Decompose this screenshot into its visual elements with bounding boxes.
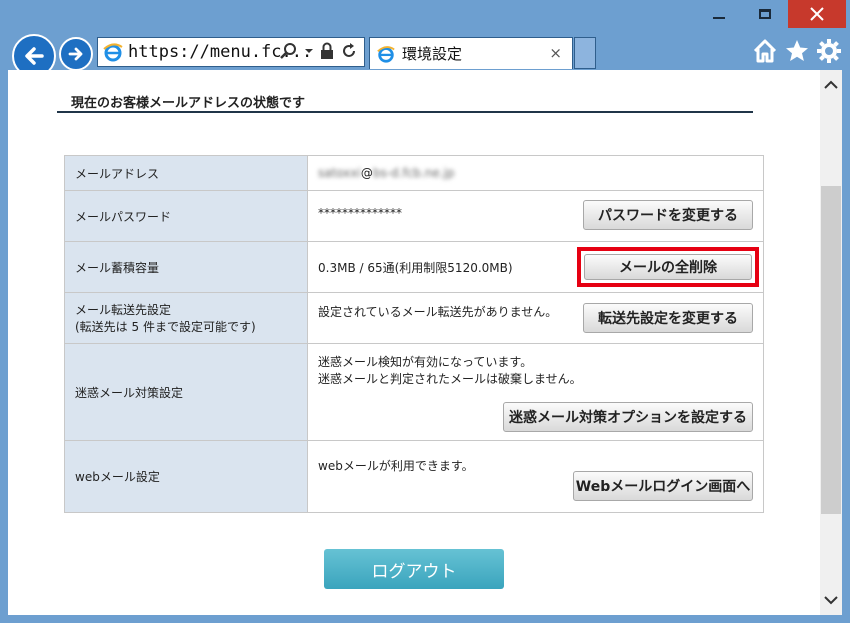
close-button[interactable] (788, 0, 846, 28)
mail-address-user: satoxxi (318, 166, 361, 180)
label-spam-settings: 迷惑メール対策設定 (64, 343, 308, 441)
refresh-icon[interactable] (340, 42, 358, 60)
tab-close-icon[interactable]: × (549, 44, 562, 62)
label-mail-storage: メール蓄積容量 (64, 241, 308, 293)
password-mask: ************** (318, 206, 402, 220)
row-spam-settings: 迷惑メール対策設定 迷惑メール検知が有効になっています。 迷惑メールと判定された… (64, 343, 764, 441)
chevron-down-icon (824, 596, 838, 605)
row-mail-storage: メール蓄積容量 0.3MB / 65通(利用制限5120.0MB) メールの全削… (64, 241, 764, 293)
spam-status-line1: 迷惑メール検知が有効になっています。 (318, 355, 533, 369)
home-icon[interactable] (752, 38, 778, 64)
logout-button[interactable]: ログアウト (324, 549, 504, 589)
forwarding-status: 設定されているメール転送先がありません。 (318, 305, 558, 319)
change-password-button[interactable]: パスワードを変更する (583, 200, 753, 230)
maximize-button[interactable] (742, 0, 788, 28)
delete-all-mail-button[interactable]: メールの全削除 (584, 254, 752, 280)
address-icons (280, 42, 358, 60)
label-mail-forwarding: メール転送先設定 (転送先は 5 件まで設定可能です) (64, 292, 308, 344)
forwarding-label-line2: (転送先は 5 件まで設定可能です) (75, 320, 256, 334)
lock-icon[interactable] (320, 42, 334, 60)
ie-logo-icon (103, 43, 123, 62)
value-spam-settings: 迷惑メール検知が有効になっています。 迷惑メールと判定されたメールは破棄しません… (307, 343, 764, 441)
minimize-icon (713, 17, 725, 19)
row-mail-password: メールパスワード ************** パスワードを変更する (64, 190, 764, 242)
value-webmail-settings: webメールが利用できます。 Webメールログイン画面へ (307, 440, 764, 513)
forwarding-label-line1: メール転送先設定 (75, 303, 172, 317)
mail-address-domain: bs-d.fcb.ne.jp (372, 166, 455, 180)
new-tab-button[interactable] (574, 37, 596, 69)
row-webmail-settings: webメール設定 webメールが利用できます。 Webメールログイン画面へ (64, 440, 764, 513)
vertical-scrollbar[interactable] (820, 70, 842, 615)
dropdown-arrow-icon[interactable] (304, 46, 314, 56)
forward-button[interactable] (59, 37, 93, 71)
value-mail-address: satoxxi@bs-d.fcb.ne.jp (307, 155, 764, 191)
storage-usage: 0.3MB / 65通(利用制限5120.0MB) (318, 260, 513, 275)
label-webmail-settings: webメール設定 (64, 440, 308, 513)
spam-status-line2: 迷惑メールと判定されたメールは破棄しません。 (318, 372, 582, 386)
webmail-login-button[interactable]: Webメールログイン画面へ (573, 471, 753, 501)
change-forwarding-button[interactable]: 転送先設定を変更する (583, 303, 753, 333)
scroll-thumb[interactable] (821, 186, 841, 514)
value-mail-password: ************** パスワードを変更する (307, 190, 764, 242)
label-mail-password: メールパスワード (64, 190, 308, 242)
value-mail-storage: 0.3MB / 65通(利用制限5120.0MB) メールの全削除 (307, 241, 764, 293)
section-title: 現在のお客様メールアドレスの状態です (71, 96, 306, 111)
label-mail-address: メールアドレス (64, 155, 308, 191)
tab-settings[interactable]: 環境設定 × (369, 37, 573, 69)
ie-tab-icon (377, 45, 395, 63)
mail-address-at: @ (360, 166, 373, 180)
window-controls (696, 0, 846, 30)
toolbar-icons (752, 38, 842, 64)
value-mail-forwarding: 設定されているメール転送先がありません。 転送先設定を変更する (307, 292, 764, 344)
scroll-up-button[interactable] (822, 76, 840, 94)
row-mail-forwarding: メール転送先設定 (転送先は 5 件まで設定可能です) 設定されているメール転送… (64, 292, 764, 344)
forward-arrow-icon (68, 47, 83, 61)
page-viewport: 現在のお客様メールアドレスの状態です メールアドレス satoxxi@bs-d.… (8, 70, 820, 615)
settings-gear-icon[interactable] (816, 38, 842, 64)
minimize-button[interactable] (696, 0, 742, 28)
search-icon[interactable] (280, 42, 298, 60)
maximize-icon (759, 9, 771, 19)
settings-table: メールアドレス satoxxi@bs-d.fcb.ne.jp メールパスワード … (64, 155, 764, 513)
address-bar[interactable]: https://menu.fc... (97, 37, 365, 67)
back-arrow-icon (25, 47, 44, 65)
chevron-up-icon (824, 80, 838, 89)
tab-title: 環境設定 (402, 45, 463, 63)
spam-options-button[interactable]: 迷惑メール対策オプションを設定する (503, 402, 753, 432)
close-icon (810, 7, 824, 21)
favorites-star-icon[interactable] (784, 38, 810, 64)
section-divider (57, 111, 753, 113)
scroll-down-button[interactable] (822, 591, 840, 609)
row-mail-address: メールアドレス satoxxi@bs-d.fcb.ne.jp (64, 155, 764, 191)
